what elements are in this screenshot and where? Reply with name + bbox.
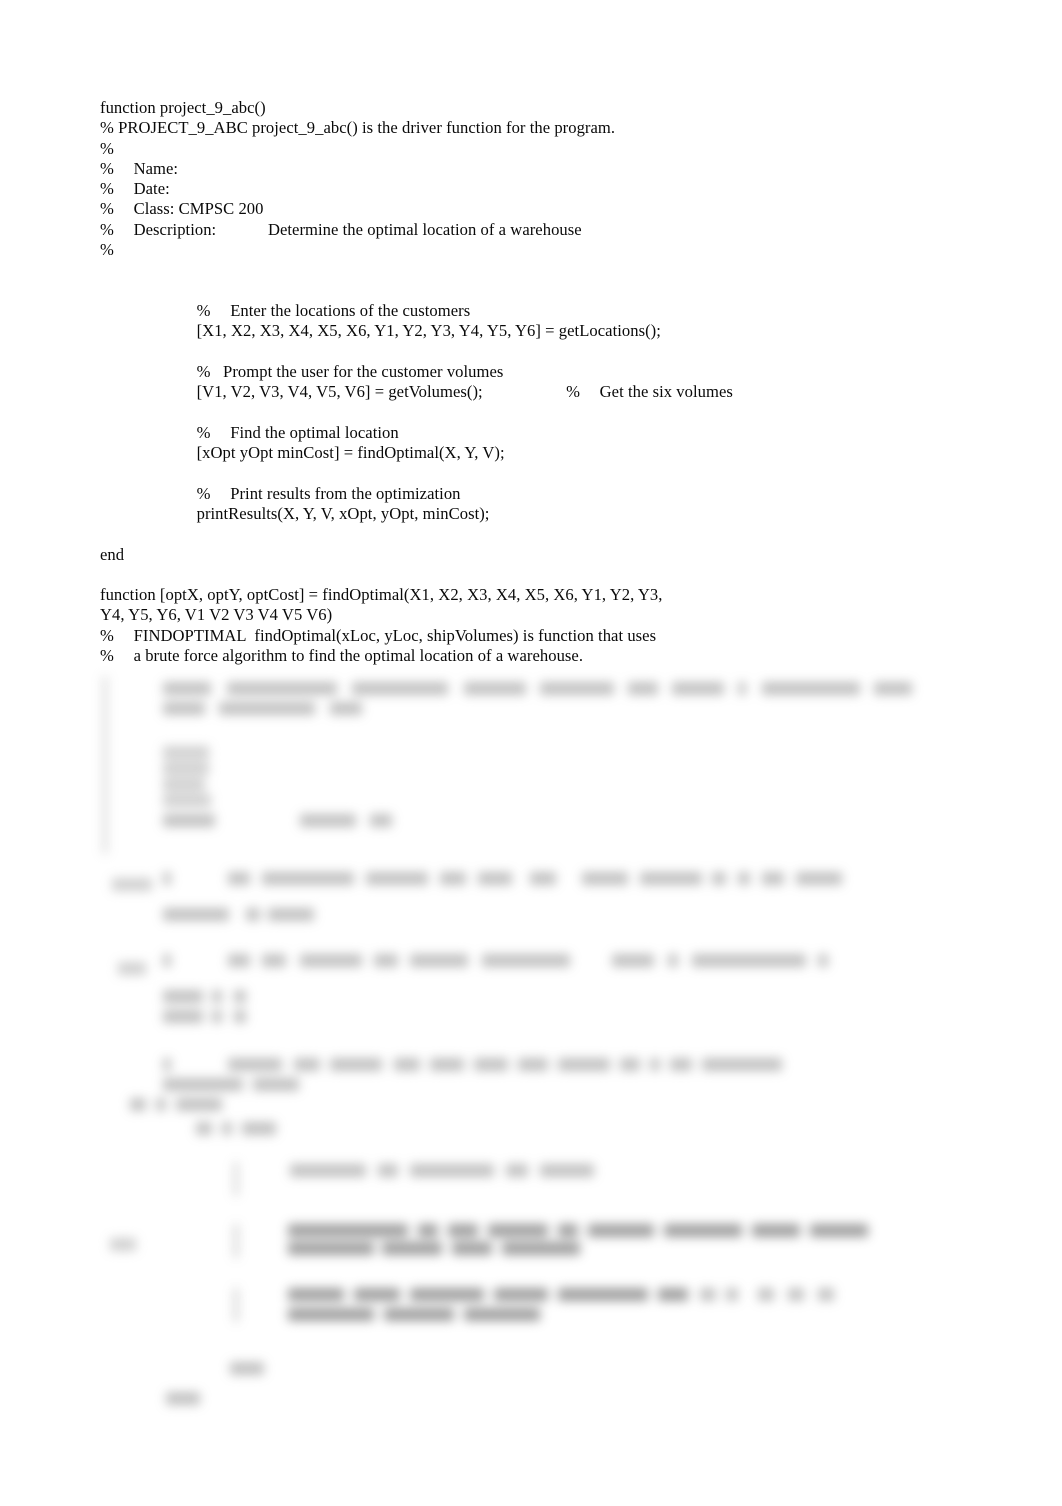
source-code-listing: function project_9_abc() % PROJECT_9_ABC…: [100, 98, 1000, 666]
code-line: % Date:: [100, 179, 170, 199]
code-line: Y4, Y5, Y6, V1 V2 V3 V4 V5 V6): [100, 605, 333, 625]
code-line: % Enter the locations of the customers: [163, 300, 471, 320]
code-line: % Prompt the user for the customer volum…: [163, 361, 504, 381]
code-line: end: [100, 544, 125, 564]
code-line: % FINDOPTIMAL findOptimal(xLoc, yLoc, sh…: [100, 625, 657, 645]
code-line: printResults(X, Y, V, xOpt, yOpt, minCos…: [163, 503, 490, 523]
code-line: % Find the optimal location: [163, 422, 399, 442]
code-line: % Description: Determine the optimal loc…: [100, 219, 582, 239]
code-line: % Print results from the optimization: [163, 483, 461, 503]
code-line: function project_9_abc(): [100, 98, 266, 117]
code-line: % Name:: [100, 158, 179, 178]
code-line: % Class: CMPSC 200: [100, 199, 264, 219]
code-line: [V1, V2, V3, V4, V5, V6] = getVolumes();…: [163, 382, 733, 402]
redacted-code-region: [0, 662, 1062, 1422]
code-line: [xOpt yOpt minCost] = findOptimal(X, Y, …: [163, 443, 505, 463]
document-page: function project_9_abc() % PROJECT_9_ABC…: [0, 0, 1062, 1506]
code-line: function [optX, optY, optCost] = findOpt…: [100, 585, 663, 605]
code-line: %: [100, 138, 114, 158]
code-line: % PROJECT_9_ABC project_9_abc() is the d…: [100, 118, 616, 138]
code-line: %: [100, 240, 114, 260]
code-line: [X1, X2, X3, X4, X5, X6, Y1, Y2, Y3, Y4,…: [163, 321, 661, 341]
